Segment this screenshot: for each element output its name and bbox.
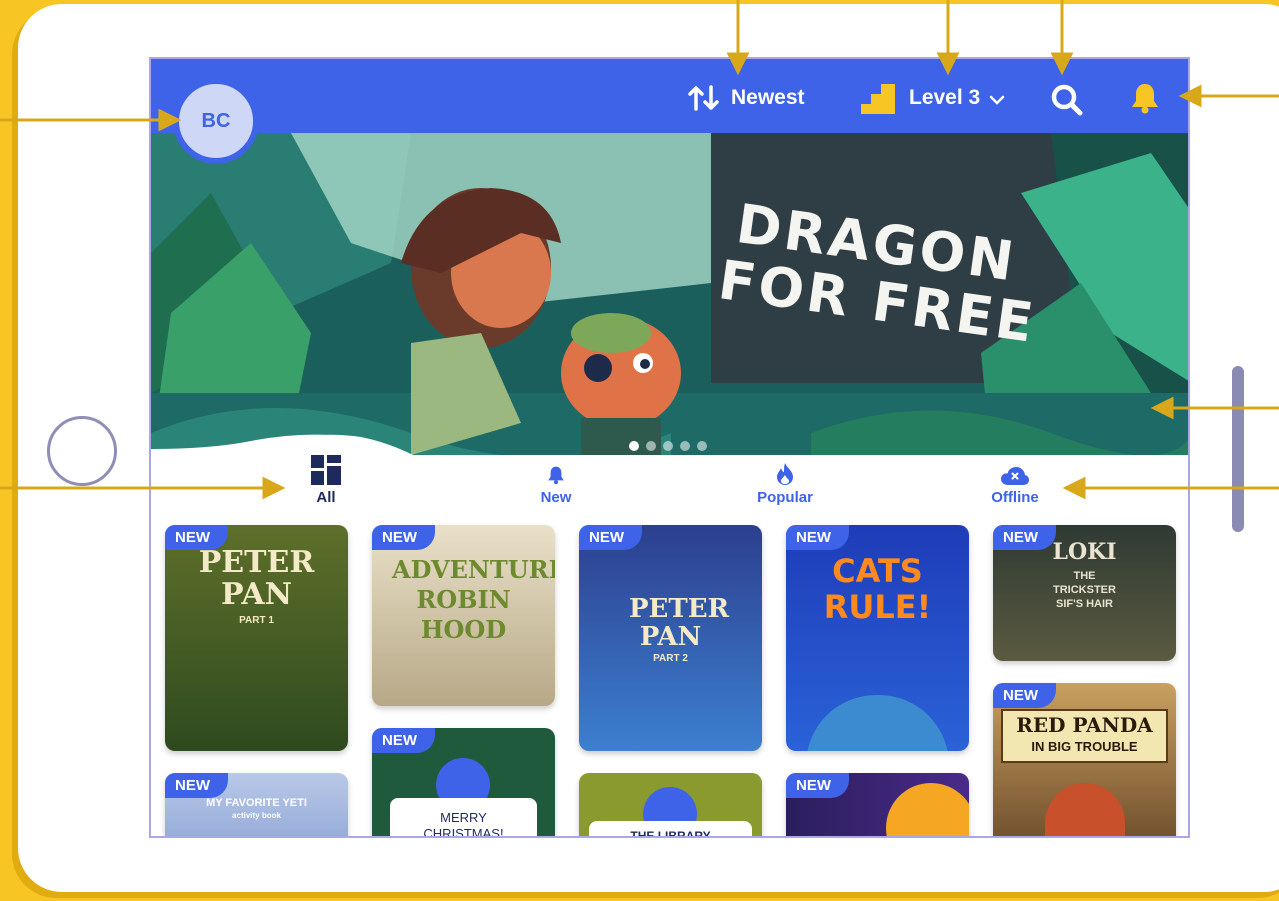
annotation-arrows [0,0,1279,500]
